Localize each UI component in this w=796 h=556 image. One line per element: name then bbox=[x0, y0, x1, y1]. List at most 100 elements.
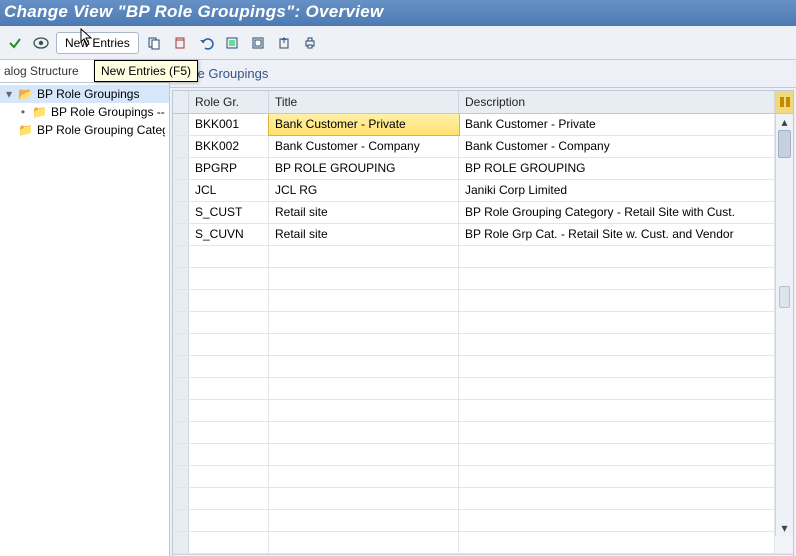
toolbar-display-icon[interactable] bbox=[30, 32, 52, 54]
cell-role-gr[interactable] bbox=[189, 334, 269, 355]
toolbar-check-icon[interactable] bbox=[4, 32, 26, 54]
cell-role-gr[interactable] bbox=[189, 422, 269, 443]
row-selector[interactable] bbox=[173, 268, 189, 289]
cell-role-gr[interactable] bbox=[189, 400, 269, 421]
collapse-icon[interactable]: ▾ bbox=[4, 87, 14, 101]
cell-description[interactable]: BP Role Grp Cat. - Retail Site w. Cust. … bbox=[459, 224, 775, 245]
cell-description[interactable]: Bank Customer - Company bbox=[459, 136, 775, 157]
cell-description[interactable] bbox=[459, 488, 775, 509]
cell-description[interactable]: Bank Customer - Private bbox=[459, 114, 775, 135]
table-row[interactable] bbox=[173, 312, 793, 334]
cell-title[interactable] bbox=[269, 488, 459, 509]
cell-title[interactable] bbox=[269, 510, 459, 531]
cell-title[interactable] bbox=[269, 444, 459, 465]
row-selector[interactable] bbox=[173, 224, 189, 245]
cell-title[interactable] bbox=[269, 466, 459, 487]
cell-title[interactable]: Retail site bbox=[269, 224, 459, 245]
vertical-scrollbar[interactable]: ▴ ▾ bbox=[775, 114, 793, 536]
cell-title[interactable]: JCL RG bbox=[269, 180, 459, 201]
cell-title[interactable] bbox=[269, 334, 459, 355]
cell-description[interactable] bbox=[459, 400, 775, 421]
cell-role-gr[interactable] bbox=[189, 466, 269, 487]
row-selector[interactable] bbox=[173, 356, 189, 377]
table-row[interactable]: S_CUVNRetail siteBP Role Grp Cat. - Reta… bbox=[173, 224, 793, 246]
row-selector[interactable] bbox=[173, 202, 189, 223]
cell-title[interactable]: Bank Customer - Private bbox=[268, 114, 460, 136]
row-selector[interactable] bbox=[173, 488, 189, 509]
cell-description[interactable] bbox=[459, 246, 775, 267]
row-selector[interactable] bbox=[173, 378, 189, 399]
cell-title[interactable] bbox=[269, 532, 459, 553]
scroll-thumb[interactable] bbox=[778, 130, 791, 158]
table-row[interactable] bbox=[173, 422, 793, 444]
table-row[interactable] bbox=[173, 466, 793, 488]
table-row[interactable] bbox=[173, 400, 793, 422]
row-selector[interactable] bbox=[173, 444, 189, 465]
cell-description[interactable] bbox=[459, 312, 775, 333]
table-row[interactable] bbox=[173, 532, 793, 554]
scroll-nub[interactable] bbox=[779, 286, 790, 308]
cell-role-gr[interactable] bbox=[189, 378, 269, 399]
new-entries-button[interactable]: New Entries bbox=[56, 32, 139, 54]
table-row[interactable] bbox=[173, 334, 793, 356]
cell-description[interactable] bbox=[459, 268, 775, 289]
row-selector[interactable] bbox=[173, 136, 189, 157]
row-selector[interactable] bbox=[173, 334, 189, 355]
toolbar-export-icon[interactable] bbox=[273, 32, 295, 54]
cell-title[interactable]: Bank Customer - Company bbox=[269, 136, 459, 157]
toolbar-deselect-all-icon[interactable] bbox=[247, 32, 269, 54]
cell-title[interactable] bbox=[269, 312, 459, 333]
cell-role-gr[interactable]: BKK002 bbox=[189, 136, 269, 157]
table-row[interactable]: BPGRPBP ROLE GROUPINGBP ROLE GROUPING bbox=[173, 158, 793, 180]
cell-role-gr[interactable] bbox=[189, 510, 269, 531]
cell-title[interactable] bbox=[269, 290, 459, 311]
tree-item-child[interactable]: • 📁 BP Role Groupings -- bbox=[0, 103, 169, 121]
toolbar-undo-icon[interactable] bbox=[195, 32, 217, 54]
cell-title[interactable] bbox=[269, 268, 459, 289]
row-selector[interactable] bbox=[173, 400, 189, 421]
cell-title[interactable] bbox=[269, 422, 459, 443]
row-selector[interactable] bbox=[173, 510, 189, 531]
scroll-down-icon[interactable]: ▾ bbox=[776, 520, 793, 536]
cell-role-gr[interactable]: S_CUST bbox=[189, 202, 269, 223]
row-selector[interactable] bbox=[173, 180, 189, 201]
table-row[interactable]: BKK002Bank Customer - CompanyBank Custom… bbox=[173, 136, 793, 158]
cell-title[interactable]: Retail site bbox=[269, 202, 459, 223]
table-row[interactable] bbox=[173, 510, 793, 532]
table-row[interactable]: BKK001Bank Customer - PrivateBank Custom… bbox=[173, 114, 793, 136]
cell-role-gr[interactable]: JCL bbox=[189, 180, 269, 201]
toolbar-select-all-icon[interactable] bbox=[221, 32, 243, 54]
row-selector[interactable] bbox=[173, 312, 189, 333]
table-row[interactable] bbox=[173, 378, 793, 400]
row-selector[interactable] bbox=[173, 466, 189, 487]
cell-description[interactable] bbox=[459, 356, 775, 377]
cell-description[interactable] bbox=[459, 532, 775, 553]
cell-role-gr[interactable] bbox=[189, 268, 269, 289]
cell-description[interactable]: Janiki Corp Limited bbox=[459, 180, 775, 201]
cell-role-gr[interactable] bbox=[189, 312, 269, 333]
row-selector[interactable] bbox=[173, 422, 189, 443]
row-selector[interactable] bbox=[173, 158, 189, 179]
cell-role-gr[interactable] bbox=[189, 246, 269, 267]
header-title[interactable]: Title bbox=[269, 91, 459, 113]
header-role-gr[interactable]: Role Gr. bbox=[189, 91, 269, 113]
table-row[interactable]: S_CUSTRetail siteBP Role Grouping Catego… bbox=[173, 202, 793, 224]
cell-role-gr[interactable]: BPGRP bbox=[189, 158, 269, 179]
cell-role-gr[interactable] bbox=[189, 356, 269, 377]
configure-columns-icon[interactable] bbox=[775, 91, 793, 113]
tree-item-child[interactable]: 📁 BP Role Grouping Catego bbox=[0, 121, 169, 139]
cell-description[interactable]: BP ROLE GROUPING bbox=[459, 158, 775, 179]
cell-description[interactable]: BP Role Grouping Category - Retail Site … bbox=[459, 202, 775, 223]
cell-role-gr[interactable]: S_CUVN bbox=[189, 224, 269, 245]
cell-title[interactable] bbox=[269, 400, 459, 421]
tree-item-root[interactable]: ▾ 📂 BP Role Groupings bbox=[0, 85, 169, 103]
cell-title[interactable] bbox=[269, 378, 459, 399]
row-selector[interactable] bbox=[173, 290, 189, 311]
cell-description[interactable] bbox=[459, 510, 775, 531]
toolbar-copy-icon[interactable] bbox=[143, 32, 165, 54]
table-row[interactable] bbox=[173, 290, 793, 312]
table-row[interactable] bbox=[173, 488, 793, 510]
row-selector[interactable] bbox=[173, 114, 189, 135]
table-row[interactable] bbox=[173, 444, 793, 466]
header-description[interactable]: Description bbox=[459, 91, 775, 113]
